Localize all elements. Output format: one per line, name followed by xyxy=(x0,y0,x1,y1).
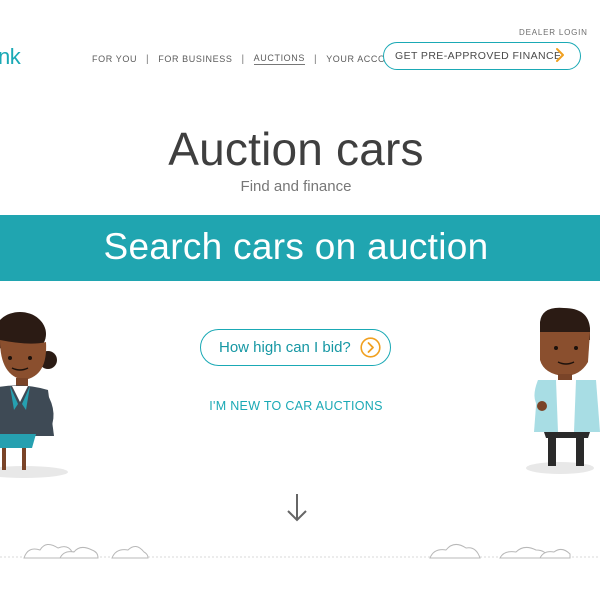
brand-logo[interactable]: nk xyxy=(0,44,21,70)
ground-decoration xyxy=(0,544,600,559)
page-subtitle: Find and finance xyxy=(240,178,352,195)
main-nav: FOR YOU | FOR BUSINESS | AUCTIONS | YOUR… xyxy=(92,52,406,66)
woman-illustration xyxy=(0,312,68,478)
nav-item-auctions[interactable]: AUCTIONS xyxy=(253,53,305,65)
how-high-can-i-bid-button[interactable]: How high can I bid? xyxy=(200,329,391,366)
banner-heading: Search cars on auction xyxy=(103,226,489,267)
finance-button-label: GET PRE-APPROVED FINANCE xyxy=(395,50,562,62)
new-to-car-auctions-link[interactable]: I'M NEW TO CAR AUCTIONS xyxy=(0,399,592,413)
man-illustration xyxy=(526,307,600,474)
nav-separator: | xyxy=(146,53,150,65)
bid-button-label: How high can I bid? xyxy=(219,339,351,356)
nav-separator: | xyxy=(241,53,245,65)
nav-item-for-you[interactable]: FOR YOU xyxy=(92,54,137,64)
chevron-right-circle-icon xyxy=(360,337,381,358)
nav-separator: | xyxy=(313,53,318,65)
arrow-down-icon[interactable] xyxy=(286,492,308,524)
chevron-right-icon xyxy=(556,48,564,62)
get-pre-approved-finance-button[interactable]: GET PRE-APPROVED FINANCE xyxy=(383,42,581,70)
page-title: Auction cars xyxy=(168,123,424,175)
nav-item-for-business[interactable]: FOR BUSINESS xyxy=(158,54,232,64)
search-banner[interactable]: Search cars on auction xyxy=(0,215,600,281)
dealer-login-link[interactable]: DEALER LOGIN xyxy=(519,28,588,37)
